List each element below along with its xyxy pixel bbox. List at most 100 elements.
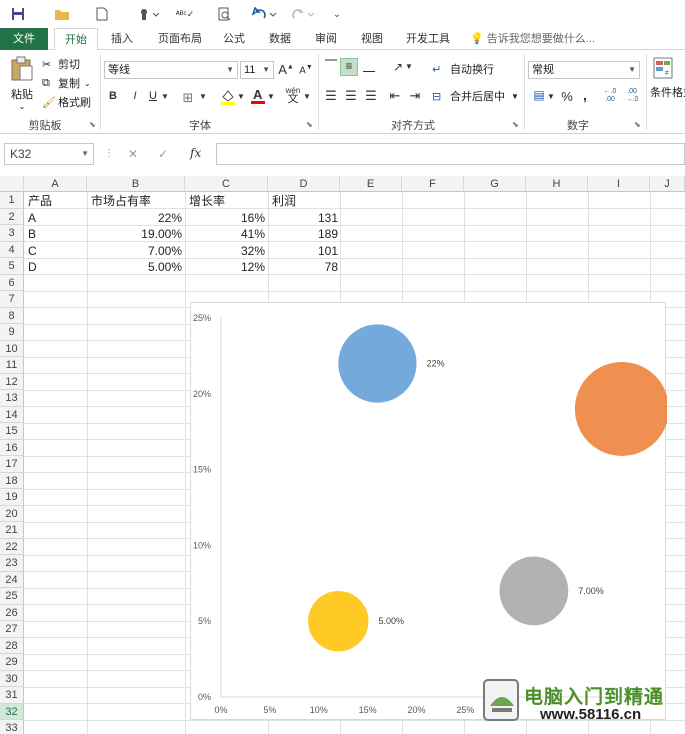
column-header-a[interactable]: A — [24, 176, 87, 192]
cell-c3[interactable]: 41% — [186, 226, 268, 242]
cell-b1[interactable]: 市场占有率 — [88, 193, 185, 209]
increase-indent-icon[interactable]: ⇥ — [406, 88, 424, 104]
cell-a1[interactable]: 产品 — [25, 193, 87, 209]
tab-formulas[interactable]: 公式 — [216, 28, 252, 50]
print-preview-icon[interactable] — [214, 4, 234, 24]
cut-button[interactable]: ✂ 剪切 — [42, 56, 80, 72]
column-header-f[interactable]: F — [402, 176, 464, 192]
chevron-down-icon[interactable]: ▼ — [198, 92, 208, 101]
align-center-icon[interactable]: ☰ — [342, 88, 360, 104]
cell-d4[interactable]: 101 — [269, 243, 341, 259]
number-launcher-icon[interactable]: ⬊ — [634, 120, 641, 129]
column-header-c[interactable]: C — [185, 176, 268, 192]
row-header-28[interactable]: 28 — [0, 637, 24, 654]
formula-input[interactable] — [216, 143, 685, 165]
font-size-select[interactable]: 11 ▼ — [240, 61, 274, 79]
cell-d1[interactable]: 利润 — [269, 193, 341, 209]
row-header-20[interactable]: 20 — [0, 505, 24, 522]
cell-a3[interactable]: B — [25, 226, 87, 242]
row-header-11[interactable]: 11 — [0, 357, 24, 374]
bold-button[interactable]: B — [106, 90, 120, 102]
cancel-icon[interactable]: ✕ — [128, 147, 138, 161]
column-header-i[interactable]: I — [588, 176, 650, 192]
tab-developer[interactable]: 开发工具 — [400, 28, 456, 50]
chevron-down-icon[interactable]: ▼ — [404, 62, 414, 71]
save-icon[interactable] — [8, 4, 28, 24]
enter-icon[interactable]: ✓ — [158, 147, 168, 161]
align-left-icon[interactable]: ☰ — [322, 88, 340, 104]
chevron-down-icon[interactable]: ▼ — [546, 92, 556, 101]
cell-c1[interactable]: 增长率 — [186, 193, 268, 209]
row-header-13[interactable]: 13 — [0, 390, 24, 407]
row-header-19[interactable]: 19 — [0, 489, 24, 506]
row-header-32[interactable]: 32 — [0, 703, 24, 720]
cell-b4[interactable]: 7.00% — [88, 243, 185, 259]
row-header-24[interactable]: 24 — [0, 571, 24, 588]
italic-button[interactable]: I — [128, 90, 142, 102]
row-header-8[interactable]: 8 — [0, 307, 24, 324]
cell-a5[interactable]: D — [25, 259, 87, 275]
cell-d3[interactable]: 189 — [269, 226, 341, 242]
column-header-e[interactable]: E — [340, 176, 402, 192]
column-header-b[interactable]: B — [87, 176, 185, 192]
insert-function-icon[interactable]: fx — [190, 146, 201, 160]
column-header-g[interactable]: G — [464, 176, 526, 192]
tab-review[interactable]: 审阅 — [308, 28, 344, 50]
chevron-down-icon[interactable]: ▼ — [302, 92, 312, 101]
format-painter-button[interactable]: 🖌 格式刷 — [42, 94, 91, 110]
tab-file[interactable]: 文件 — [0, 28, 48, 50]
row-header-1[interactable]: 1 — [0, 192, 24, 209]
decrease-decimal-icon[interactable]: .00 →.0 — [622, 88, 642, 104]
folder-open-icon[interactable] — [52, 4, 72, 24]
tell-me-box[interactable]: 💡 告诉我您想要做什么... — [470, 28, 595, 50]
row-header-23[interactable]: 23 — [0, 555, 24, 572]
decrease-indent-icon[interactable]: ⇤ — [386, 88, 404, 104]
phonetic-guide-icon[interactable]: wén 文 — [284, 86, 302, 105]
row-header-16[interactable]: 16 — [0, 439, 24, 456]
row-header-4[interactable]: 4 — [0, 241, 24, 258]
chevron-down-icon[interactable]: ▼ — [160, 92, 170, 101]
row-header-14[interactable]: 14 — [0, 406, 24, 423]
alignment-launcher-icon[interactable]: ⬊ — [512, 120, 519, 129]
tab-page-layout[interactable]: 页面布局 — [150, 28, 210, 50]
font-name-select[interactable]: 等线 ▼ — [104, 61, 238, 79]
redo-icon[interactable] — [288, 4, 318, 24]
chevron-down-icon[interactable]: ▼ — [266, 92, 276, 101]
drag-handle-icon[interactable]: ⋮ — [104, 148, 114, 159]
row-header-29[interactable]: 29 — [0, 654, 24, 671]
align-bottom-icon[interactable]: ⎽ — [360, 58, 378, 76]
touch-mode-icon[interactable] — [134, 4, 162, 24]
align-top-icon[interactable]: ⎺ — [322, 58, 340, 76]
row-header-33[interactable]: 33 — [0, 720, 24, 734]
grow-font-icon[interactable]: A▲ — [278, 62, 294, 77]
cell-b3[interactable]: 19.00% — [88, 226, 185, 242]
increase-decimal-icon[interactable]: ←.0 .00 — [600, 88, 620, 104]
merge-center-button[interactable]: ⊟ 合并后居中 ▼ — [432, 88, 519, 104]
bubble-chart[interactable]: 0%5%10%15%20%25%0%5%10%15%20%25%22%19.00… — [190, 302, 667, 720]
row-header-10[interactable]: 10 — [0, 340, 24, 357]
undo-icon[interactable] — [250, 4, 280, 24]
column-header-j[interactable]: J — [650, 176, 685, 192]
borders-icon[interactable]: ⊞ — [180, 90, 196, 106]
row-header-21[interactable]: 21 — [0, 522, 24, 539]
underline-button[interactable]: U — [146, 90, 160, 102]
row-header-30[interactable]: 30 — [0, 670, 24, 687]
font-color-icon[interactable]: A — [250, 86, 266, 109]
row-header-17[interactable]: 17 — [0, 456, 24, 473]
tab-insert[interactable]: 插入 — [104, 28, 140, 50]
cell-a2[interactable]: A — [25, 210, 87, 226]
cell-d5[interactable]: 78 — [269, 259, 341, 275]
conditional-formatting-button[interactable]: ≠ 条件格式 — [650, 56, 685, 112]
row-header-27[interactable]: 27 — [0, 621, 24, 638]
cell-d2[interactable]: 131 — [269, 210, 341, 226]
cell-c4[interactable]: 32% — [186, 243, 268, 259]
number-format-select[interactable]: 常规 ▼ — [528, 61, 640, 79]
row-header-15[interactable]: 15 — [0, 423, 24, 440]
row-header-2[interactable]: 2 — [0, 208, 24, 225]
name-box[interactable]: K32 ▼ — [4, 143, 94, 165]
paste-button[interactable]: 粘贴 ⌄ — [8, 56, 36, 112]
column-header-d[interactable]: D — [268, 176, 340, 192]
font-launcher-icon[interactable]: ⬊ — [306, 120, 313, 129]
cell-a4[interactable]: C — [25, 243, 87, 259]
wrap-text-button[interactable]: ↵ 自动换行 — [432, 61, 494, 77]
